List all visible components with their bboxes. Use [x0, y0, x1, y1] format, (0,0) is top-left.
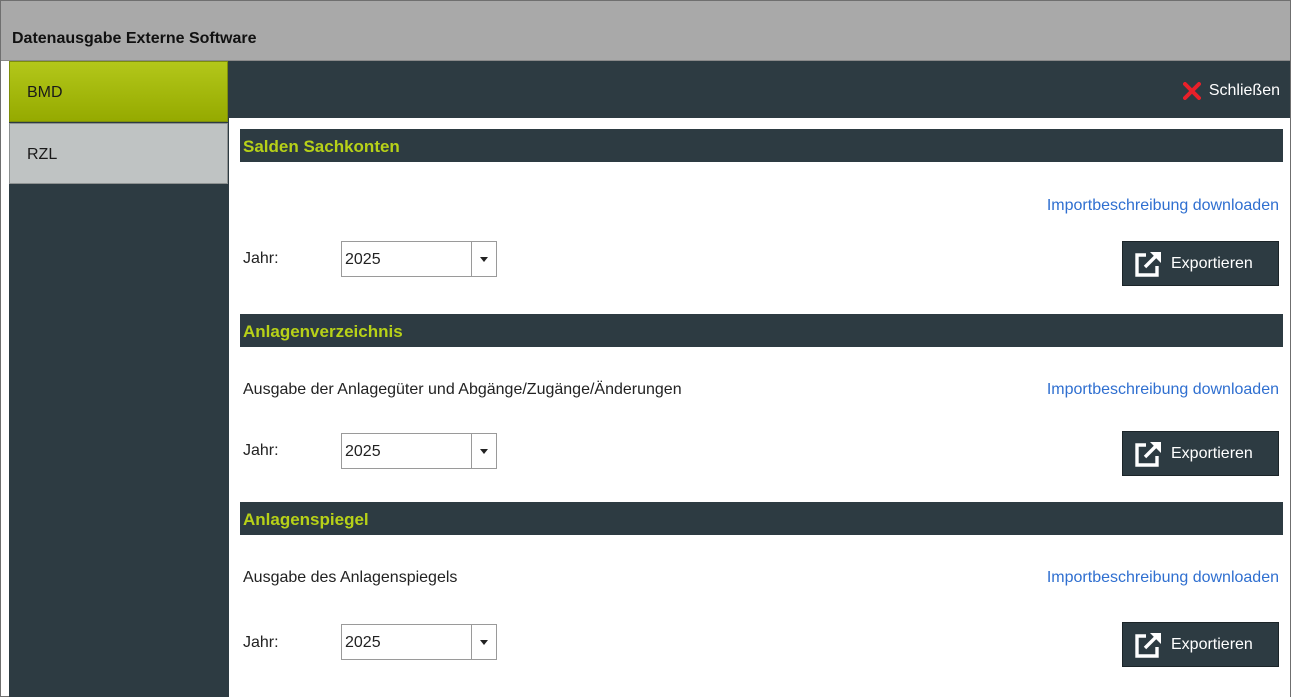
- import-description-link[interactable]: Importbeschreibung downloaden: [1047, 569, 1279, 587]
- export-label: Exportieren: [1171, 636, 1253, 653]
- export-label: Exportieren: [1171, 445, 1253, 462]
- sidebar-item-bmd[interactable]: BMD: [9, 61, 228, 122]
- select-divider: [471, 242, 472, 276]
- year-select-value: 2025: [345, 443, 381, 460]
- chevron-down-icon[interactable]: [480, 257, 488, 262]
- section-description: Ausgabe des Anlagenspiegels: [243, 569, 458, 586]
- year-label: Jahr:: [243, 442, 279, 459]
- close-label: Schließen: [1208, 82, 1280, 99]
- chevron-down-icon[interactable]: [480, 449, 488, 454]
- select-divider: [471, 434, 472, 468]
- year-select[interactable]: 2025: [341, 241, 497, 277]
- year-label: Jahr:: [243, 250, 279, 267]
- chevron-down-icon[interactable]: [480, 640, 488, 645]
- select-divider: [471, 625, 472, 659]
- section-title: Anlagenspiegel: [243, 510, 369, 529]
- export-button[interactable]: Exportieren: [1122, 241, 1279, 286]
- export-window: Datenausgabe Externe Software BMD RZL Sc…: [0, 0, 1291, 697]
- window-title: Datenausgabe Externe Software: [12, 30, 257, 47]
- export-label: Exportieren: [1171, 255, 1253, 272]
- close-x-icon: [1182, 82, 1201, 100]
- toolbar: Schließen: [229, 61, 1290, 118]
- title-bar: Datenausgabe Externe Software: [1, 1, 1290, 61]
- export-icon: [1135, 633, 1161, 658]
- import-description-link[interactable]: Importbeschreibung downloaden: [1047, 381, 1279, 399]
- year-select[interactable]: 2025: [341, 433, 497, 469]
- sidebar-item-rzl[interactable]: RZL: [9, 123, 228, 184]
- export-button[interactable]: Exportieren: [1122, 431, 1279, 476]
- section-header-anlagenverzeichnis: Anlagenverzeichnis: [240, 314, 1283, 347]
- main-content: Schließen Salden Sachkonten Importbeschr…: [229, 61, 1290, 697]
- section-header-salden: Salden Sachkonten: [240, 129, 1283, 162]
- year-select[interactable]: 2025: [341, 624, 497, 660]
- export-button[interactable]: Exportieren: [1122, 622, 1279, 667]
- year-label: Jahr:: [243, 634, 279, 651]
- section-title: Anlagenverzeichnis: [243, 322, 403, 341]
- close-button[interactable]: Schließen: [1182, 80, 1280, 102]
- import-description-link[interactable]: Importbeschreibung downloaden: [1047, 197, 1279, 215]
- export-icon: [1135, 442, 1161, 467]
- section-title: Salden Sachkonten: [243, 137, 400, 156]
- export-icon: [1135, 252, 1161, 277]
- sidebar: BMD RZL: [9, 61, 229, 697]
- year-select-value: 2025: [345, 251, 381, 268]
- year-select-value: 2025: [345, 634, 381, 651]
- section-description: Ausgabe der Anlagegüter und Abgänge/Zugä…: [243, 381, 682, 398]
- section-header-anlagenspiegel: Anlagenspiegel: [240, 502, 1283, 535]
